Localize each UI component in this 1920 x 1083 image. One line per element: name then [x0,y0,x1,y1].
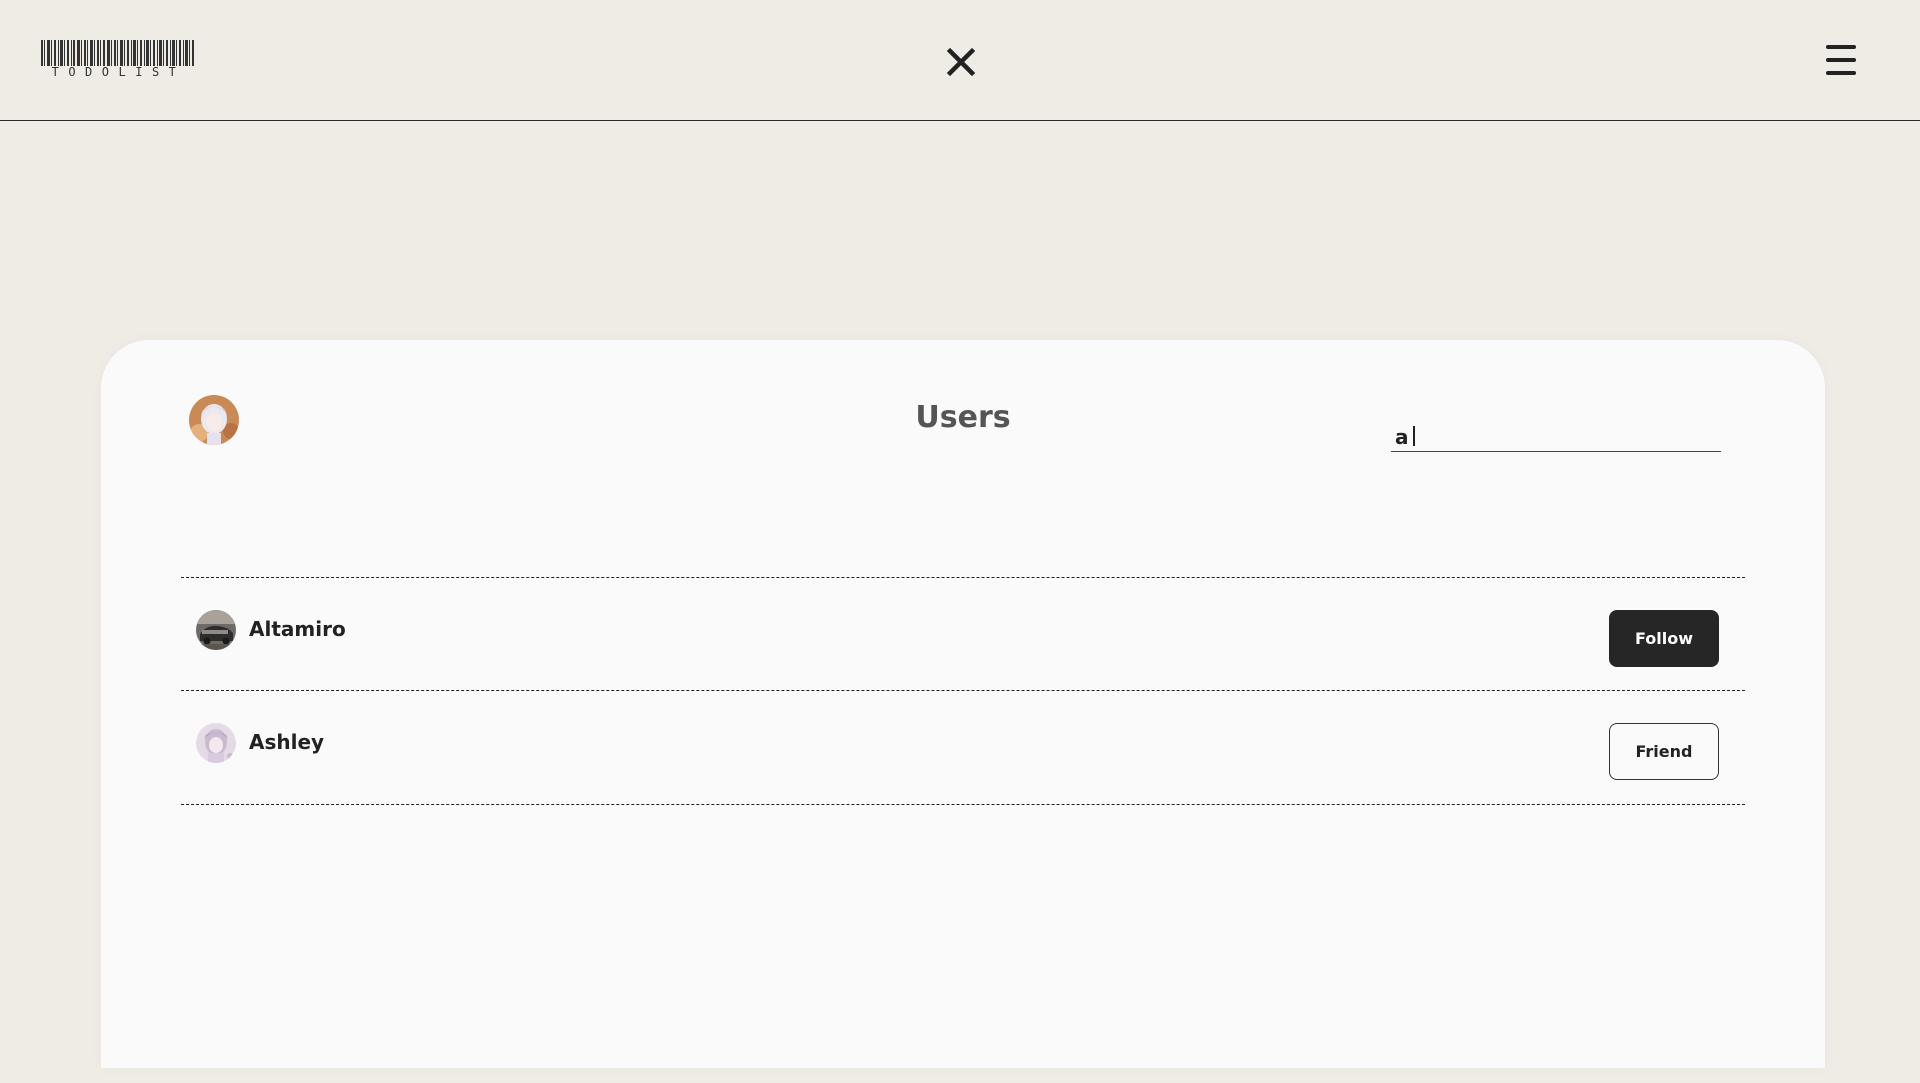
user-row-ashley[interactable]: Ashley Friend [181,692,1745,805]
user-search-input[interactable] [1391,422,1721,450]
friend-button[interactable]: Friend [1609,723,1719,780]
row-divider [181,577,1745,578]
top-bar: TODOLIST [0,0,1920,121]
user-name[interactable]: Ashley [249,730,324,754]
hamburger-menu-icon [1826,45,1856,75]
user-avatar[interactable] [196,610,236,650]
close-icon [946,47,976,77]
avatar-image [196,723,236,763]
user-avatar[interactable] [196,723,236,763]
row-divider [181,804,1745,805]
user-name[interactable]: Altamiro [249,617,346,641]
text-caret [1413,426,1415,446]
logo-text: TODOLIST [51,65,186,79]
menu-button[interactable] [1825,42,1857,78]
close-button[interactable] [944,45,978,79]
avatar-image [196,610,236,650]
row-divider [181,690,1745,691]
barcode-logo-icon [41,40,194,66]
follow-button[interactable]: Follow [1609,610,1719,667]
users-card: Users Altamiro Follow [101,340,1825,1068]
app-logo[interactable]: TODOLIST [41,40,196,80]
user-row-altamiro[interactable]: Altamiro Follow [181,579,1745,692]
search-field[interactable] [1391,422,1721,452]
